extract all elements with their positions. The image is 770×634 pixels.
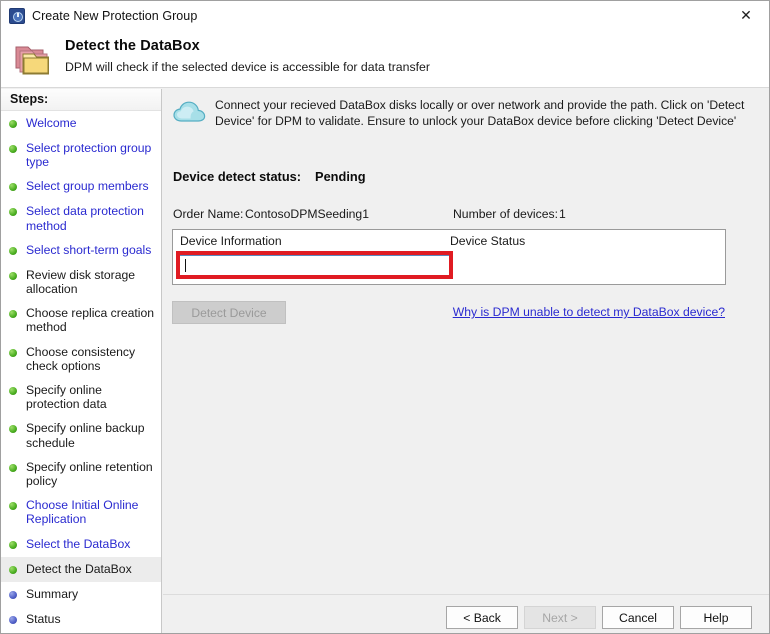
steps-heading: Steps: bbox=[1, 89, 161, 111]
column-header-device-information: Device Information bbox=[180, 234, 282, 248]
column-header-device-status: Device Status bbox=[450, 234, 525, 248]
sidebar-step-label: Select protection group type bbox=[26, 141, 155, 169]
dpm-clock-icon bbox=[9, 8, 25, 24]
sidebar-step-label: Status bbox=[26, 612, 61, 626]
sidebar-step-label: Specify online protection data bbox=[26, 383, 155, 411]
sidebar-step-label: Select the DataBox bbox=[26, 537, 130, 551]
device-detect-status: Device detect status: Pending bbox=[173, 169, 366, 184]
sidebar-step-label: Specify online backup schedule bbox=[26, 421, 155, 449]
sidebar-step-label: Choose Initial Online Replication bbox=[26, 498, 155, 526]
page-subtitle: DPM will check if the selected device is… bbox=[65, 60, 430, 74]
step-bullet-icon bbox=[9, 349, 17, 357]
title-bar: Create New Protection Group ✕ bbox=[1, 1, 769, 30]
page-header: Detect the DataBox DPM will check if the… bbox=[1, 30, 769, 88]
sidebar-step-label: Specify online retention policy bbox=[26, 460, 155, 488]
sidebar-step-11[interactable]: Choose Initial Online Replication bbox=[1, 493, 161, 531]
sidebar-step-label: Choose consistency check options bbox=[26, 345, 155, 373]
device-detect-status-value: Pending bbox=[315, 169, 365, 184]
sidebar-step-15: Status bbox=[1, 607, 161, 632]
footer-bar: < Back Next > Cancel Help bbox=[163, 595, 769, 634]
window-title: Create New Protection Group bbox=[32, 9, 197, 23]
step-bullet-icon bbox=[9, 310, 17, 318]
step-bullet-icon bbox=[9, 566, 17, 574]
sidebar-step-label: Select group members bbox=[26, 179, 149, 193]
steps-list: Welcome Select protection group type Selec… bbox=[1, 111, 161, 632]
back-button[interactable]: < Back bbox=[446, 606, 518, 629]
main-content: Connect your recieved DataBox disks loca… bbox=[163, 89, 769, 594]
step-bullet-icon bbox=[9, 464, 17, 472]
sidebar-step-3[interactable]: Select data protection method bbox=[1, 199, 161, 237]
device-count-label: Number of devices: bbox=[453, 207, 558, 221]
next-button[interactable]: Next > bbox=[524, 606, 596, 629]
sidebar-step-14: Summary bbox=[1, 582, 161, 607]
step-bullet-icon bbox=[9, 591, 17, 599]
device-detect-status-label: Device detect status: bbox=[173, 169, 301, 184]
notice-text: Connect your recieved DataBox disks loca… bbox=[215, 95, 761, 129]
step-bullet-icon bbox=[9, 541, 17, 549]
sidebar-step-label: Welcome bbox=[26, 116, 77, 130]
cancel-button[interactable]: Cancel bbox=[602, 606, 674, 629]
device-table: Device Information Device Status bbox=[172, 229, 726, 285]
sidebar-step-label: Detect the DataBox bbox=[26, 562, 132, 576]
step-bullet-icon bbox=[9, 247, 17, 255]
sidebar-step-10: Specify online retention policy bbox=[1, 455, 161, 493]
sidebar-step-5: Review disk storage allocation bbox=[1, 263, 161, 301]
step-bullet-icon bbox=[9, 616, 17, 624]
device-count-value: 1 bbox=[559, 207, 566, 221]
sidebar-step-label: Choose replica creation method bbox=[26, 306, 155, 334]
device-path-input[interactable] bbox=[180, 255, 449, 275]
step-bullet-icon bbox=[9, 425, 17, 433]
troubleshoot-link[interactable]: Why is DPM unable to detect my DataBox d… bbox=[453, 305, 725, 319]
detect-device-button[interactable]: Detect Device bbox=[172, 301, 286, 324]
sidebar-step-7: Choose consistency check options bbox=[1, 340, 161, 378]
steps-sidebar: Steps: Welcome Select protection group ty… bbox=[1, 89, 162, 634]
sidebar-step-label: Summary bbox=[26, 587, 78, 601]
device-path-highlight bbox=[176, 251, 453, 279]
step-bullet-icon bbox=[9, 272, 17, 280]
step-bullet-icon bbox=[9, 387, 17, 395]
order-name-value: ContosoDPMSeeding1 bbox=[245, 207, 369, 221]
step-bullet-icon bbox=[9, 120, 17, 128]
step-bullet-icon bbox=[9, 183, 17, 191]
step-bullet-icon bbox=[9, 208, 17, 216]
step-bullet-icon bbox=[9, 145, 17, 153]
sidebar-step-12[interactable]: Select the DataBox bbox=[1, 532, 161, 557]
folder-stack-icon bbox=[14, 41, 56, 79]
step-bullet-icon bbox=[9, 502, 17, 510]
sidebar-step-0[interactable]: Welcome bbox=[1, 111, 161, 136]
cloud-icon bbox=[173, 99, 207, 125]
sidebar-step-13: Detect the DataBox bbox=[1, 557, 161, 582]
sidebar-step-2[interactable]: Select group members bbox=[1, 174, 161, 199]
sidebar-step-4[interactable]: Select short-term goals bbox=[1, 238, 161, 263]
sidebar-step-8: Specify online protection data bbox=[1, 378, 161, 416]
sidebar-step-6: Choose replica creation method bbox=[1, 301, 161, 339]
sidebar-step-9: Specify online backup schedule bbox=[1, 416, 161, 454]
sidebar-step-label: Select data protection method bbox=[26, 204, 155, 232]
order-name-label: Order Name: bbox=[173, 207, 243, 221]
notice-banner: Connect your recieved DataBox disks loca… bbox=[173, 95, 761, 129]
close-icon[interactable]: ✕ bbox=[723, 1, 769, 30]
sidebar-step-1[interactable]: Select protection group type bbox=[1, 136, 161, 174]
page-title: Detect the DataBox bbox=[65, 38, 200, 54]
sidebar-step-label: Select short-term goals bbox=[26, 243, 151, 257]
help-button[interactable]: Help bbox=[680, 606, 752, 629]
text-caret bbox=[185, 259, 186, 272]
wizard-window: Create New Protection Group ✕ Detect the… bbox=[0, 0, 770, 634]
sidebar-step-label: Review disk storage allocation bbox=[26, 268, 155, 296]
